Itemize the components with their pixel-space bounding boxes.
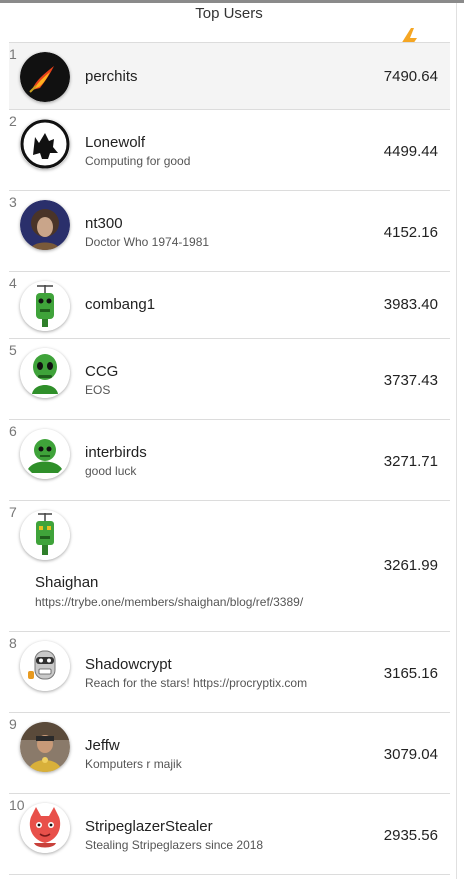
rank-number: 3 (9, 194, 17, 210)
user-name[interactable]: Lonewolf (85, 134, 145, 151)
user-name[interactable]: Shadowcrypt (85, 656, 172, 673)
rank-number: 5 (9, 342, 17, 358)
leaderboard-row[interactable]: 9 Jeffw Komputers r majik 3079.04 (9, 712, 450, 793)
user-name[interactable]: Jeffw (85, 737, 120, 754)
list-end-divider (9, 874, 450, 875)
leaderboard-row[interactable]: 6 interbirds good luck 3271.71 (9, 419, 450, 500)
rank-number: 7 (9, 504, 17, 520)
photo-avatar-icon[interactable] (20, 722, 70, 772)
user-tagline[interactable]: https://trybe.one/members/shaighan/blog/… (35, 595, 303, 609)
user-tagline: Komputers r majik (85, 757, 182, 771)
user-score: 3983.40 (383, 296, 438, 313)
user-score: 3261.99 (383, 557, 438, 574)
user-tagline: Doctor Who 1974-1981 (85, 235, 210, 249)
user-score: 4152.16 (383, 224, 438, 241)
user-tagline: Computing for good (85, 154, 191, 168)
robot-avatar-icon[interactable] (20, 510, 70, 560)
user-name[interactable]: combang1 (85, 296, 155, 313)
user-score: 7490.64 (383, 68, 438, 85)
user-score: 4499.44 (383, 143, 438, 160)
rank-number: 8 (9, 635, 17, 651)
rank-number: 4 (9, 275, 17, 291)
robot-avatar-icon[interactable] (20, 429, 70, 479)
leaderboard-row[interactable]: 2 Lonewolf Computing for good 4499.44 (9, 109, 450, 190)
robot-avatar-icon[interactable] (20, 641, 70, 691)
user-name[interactable]: interbirds (85, 444, 147, 461)
user-score: 3165.16 (383, 665, 438, 682)
user-name[interactable]: StripeglazerStealer (85, 818, 213, 835)
user-name[interactable]: nt300 (85, 215, 123, 232)
user-tagline: good luck (85, 464, 137, 478)
user-score: 3079.04 (383, 746, 438, 763)
leaderboard-row[interactable]: 10 StripeglazerStealer Stealing Stripegl… (9, 793, 450, 874)
flame-avatar-icon[interactable] (20, 52, 70, 102)
rank-number: 1 (9, 46, 17, 62)
portrait-avatar-icon[interactable] (20, 200, 70, 250)
rank-number: 2 (9, 113, 17, 129)
scroll-track (456, 3, 457, 879)
rank-number: 10 (9, 797, 25, 813)
user-score: 2935.56 (383, 827, 438, 844)
user-score: 3271.71 (383, 453, 438, 470)
robot-avatar-icon[interactable] (20, 281, 70, 331)
leaderboard-row[interactable]: 1 perchits 7490.64 (9, 42, 450, 109)
alien-avatar-icon[interactable] (20, 348, 70, 398)
page-title: Top Users (195, 5, 263, 22)
leaderboard-row[interactable]: 4 combang1 3983.40 (9, 271, 450, 338)
rank-number: 9 (9, 716, 17, 732)
leaderboard-list: 1 perchits 7490.64 2 Lonewolf Computing … (9, 42, 450, 875)
user-name[interactable]: Shaighan (35, 574, 98, 591)
leaderboard-row[interactable]: 5 CCG EOS 3737.43 (9, 338, 450, 419)
user-score: 3737.43 (383, 372, 438, 389)
top-border (0, 0, 464, 3)
rank-number: 6 (9, 423, 17, 439)
user-name[interactable]: CCG (85, 363, 118, 380)
user-name[interactable]: perchits (85, 68, 138, 85)
cat-avatar-icon[interactable] (20, 803, 70, 853)
user-tagline: EOS (85, 383, 111, 397)
wolf-avatar-icon[interactable] (20, 119, 70, 169)
leaderboard-row[interactable]: 8 Shadowcrypt Reach for the stars! https… (9, 631, 450, 712)
leaderboard-row[interactable]: 7 Shaighan https://trybe.one/members/sha… (9, 500, 450, 631)
user-tagline: Stealing Stripeglazers since 2018 (85, 838, 264, 852)
leaderboard-row[interactable]: 3 nt300 Doctor Who 1974-1981 4152.16 (9, 190, 450, 271)
user-tagline[interactable]: Reach for the stars! https://procryptix.… (85, 676, 307, 690)
